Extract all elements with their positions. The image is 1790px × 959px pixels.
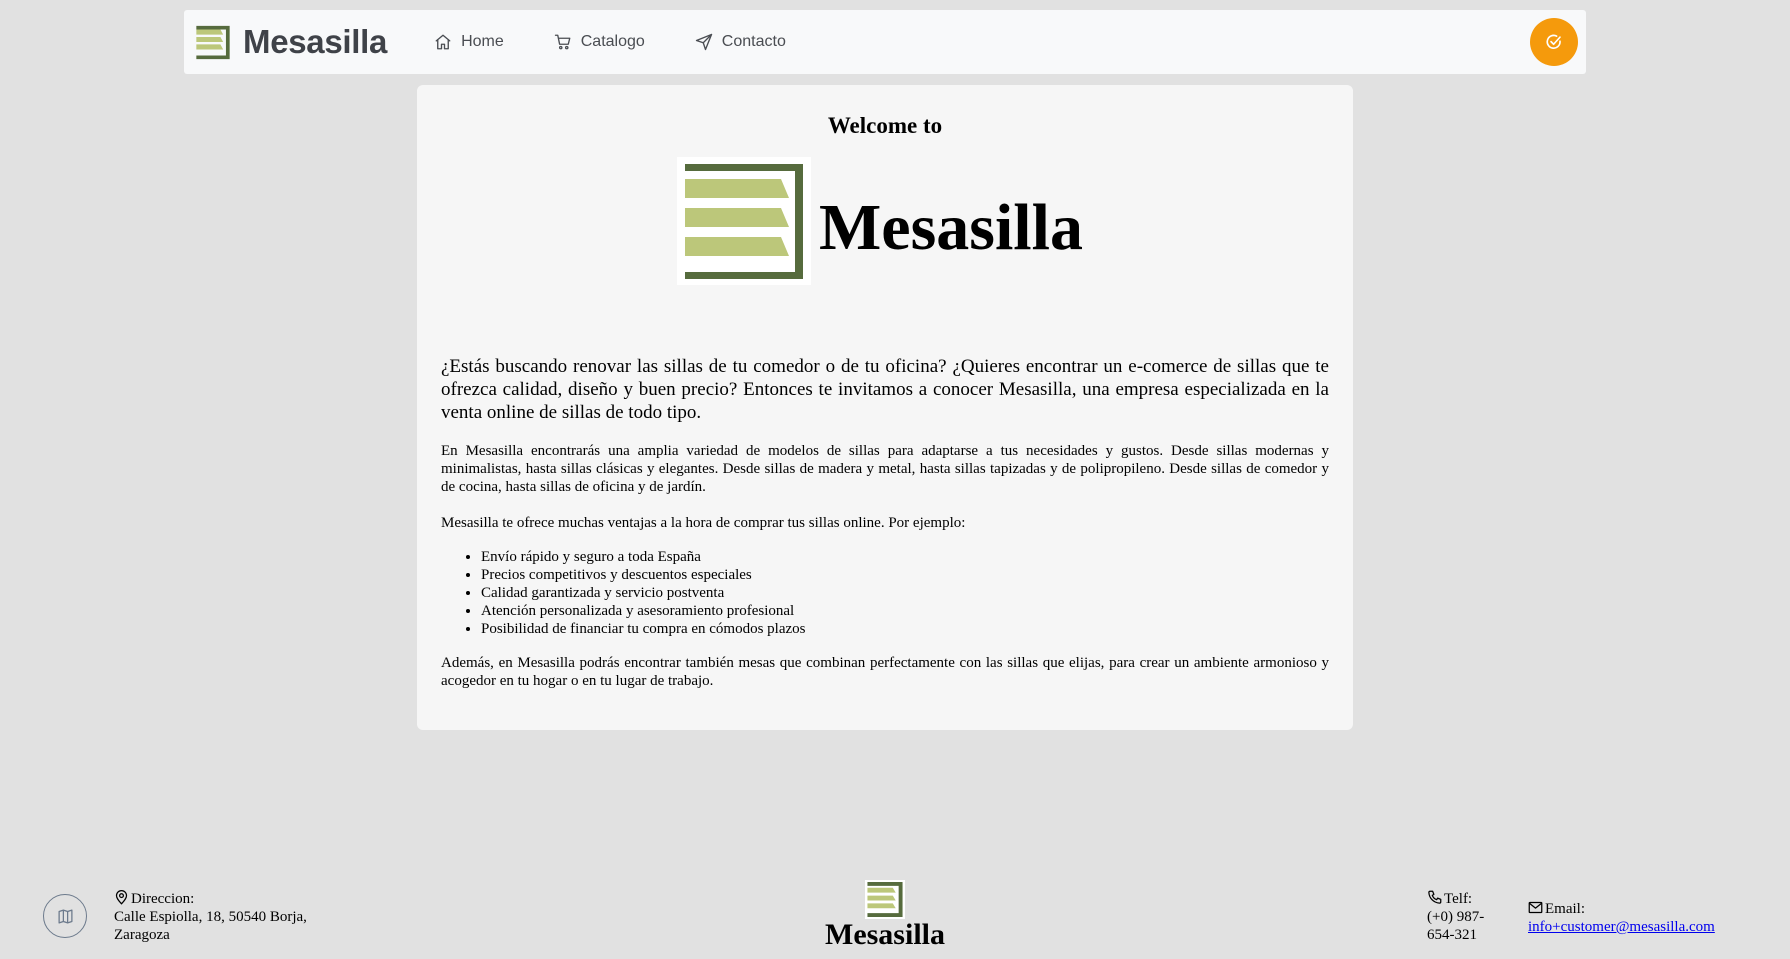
footer: Direccion: Calle Espiolla, 18, 50540 Bor…: [0, 878, 1790, 959]
nav-links: Home Catalogo Contacto: [434, 33, 836, 51]
nav-link-catalogo-label: Catalogo: [580, 33, 645, 50]
variety-paragraph: En Mesasilla encontrarás una amplia vari…: [441, 443, 1329, 495]
nav-link-contacto[interactable]: Contacto: [695, 33, 786, 51]
cart-icon: [554, 33, 581, 51]
map-button[interactable]: [43, 894, 87, 938]
list-item: Envío rápido y seguro a toda España: [481, 548, 1329, 566]
address-value: Calle Espiolla, 18, 50540 Borja, Zaragoz…: [114, 909, 307, 943]
list-item: Precios competitivos y descuentos especi…: [481, 566, 1329, 584]
brand-link[interactable]: Mesasilla: [194, 23, 387, 61]
check-circle-icon: [1545, 33, 1563, 51]
footer-phone: Telf: (+0) 987-654-321: [1427, 890, 1507, 944]
hero-logo: Mesasilla: [431, 157, 1329, 285]
hero-logo-text: Mesasilla: [819, 191, 1083, 264]
nav-link-home[interactable]: Home: [434, 33, 504, 51]
brand-name: Mesasilla: [243, 23, 388, 60]
footer-logo: Mesasilla: [820, 878, 950, 951]
address-label: Direccion:: [131, 891, 195, 907]
advantages-paragraph: Mesasilla te ofrece muchas ventajas a la…: [441, 515, 966, 531]
intro-paragraph: ¿Estás buscando renovar las sillas de tu…: [441, 356, 1329, 423]
send-icon: [695, 33, 722, 51]
home-icon: [434, 33, 461, 51]
list-item: Posibilidad de financiar tu compra en có…: [481, 620, 1329, 638]
location-pin-icon: [114, 890, 129, 905]
hero-logo-icon: [677, 157, 812, 285]
welcome-card: Welcome to Mesasilla ¿Estás buscando ren…: [417, 85, 1353, 730]
phone-label: Telf:: [1444, 891, 1473, 907]
navbar: Mesasilla Home Catalogo Contacto: [184, 10, 1586, 74]
nav-link-contacto-label: Contacto: [721, 33, 786, 50]
nav-link-catalogo[interactable]: Catalogo: [554, 33, 645, 51]
footer-logo-text: Mesasilla: [825, 918, 945, 951]
benefits-list: Envío rápido y seguro a toda España Prec…: [441, 548, 1329, 638]
account-action-button[interactable]: [1530, 18, 1578, 66]
footer-logo-icon: [865, 880, 905, 919]
email-label: Email:: [1545, 901, 1585, 917]
phone-icon: [1427, 890, 1442, 905]
footer-email: Email: info+customer@mesasilla.com: [1528, 900, 1715, 936]
list-item: Calidad garantizada y servicio postventa: [481, 584, 1329, 602]
map-icon: [57, 908, 74, 925]
welcome-heading: Welcome to: [827, 113, 943, 138]
email-link[interactable]: info+customer@mesasilla.com: [1528, 919, 1715, 935]
footer-address: Direccion: Calle Espiolla, 18, 50540 Bor…: [114, 890, 334, 944]
list-item: Atención personalizada y asesoramiento p…: [481, 602, 1329, 620]
mesasilla-logo-icon: [194, 24, 232, 61]
phone-value: (+0) 987-654-321: [1427, 909, 1485, 943]
nav-link-home-label: Home: [461, 33, 504, 50]
mail-icon: [1528, 900, 1543, 915]
tables-paragraph: Además, en Mesasilla podrás encontrar ta…: [441, 655, 1329, 689]
